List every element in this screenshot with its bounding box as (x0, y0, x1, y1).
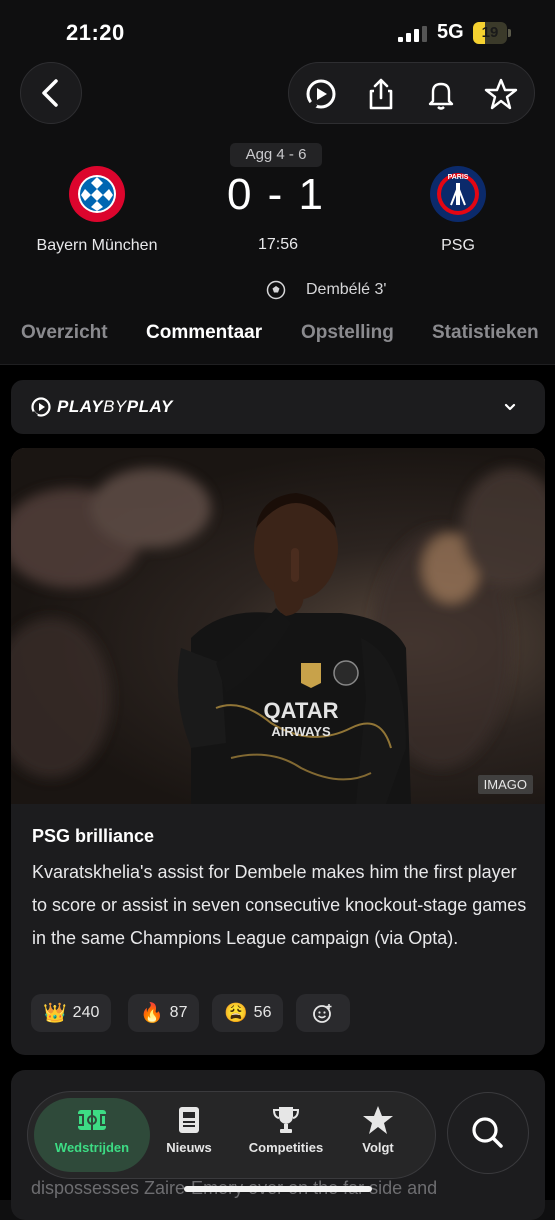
reaction-fire-button[interactable]: 🔥 87 (128, 994, 200, 1032)
trophy-icon (272, 1107, 300, 1133)
weary-emoji-icon: 😩 (224, 1003, 248, 1024)
bayern-crest-icon[interactable] (68, 165, 126, 223)
playbyplay-word-3: PLAY (126, 397, 173, 416)
reaction-count: 240 (72, 1004, 100, 1021)
battery-level: 19 (481, 24, 499, 41)
playbyplay-word-2: BY (103, 397, 127, 416)
fire-emoji-icon: 🔥 (140, 1003, 164, 1024)
nav-volgt[interactable]: Volgt (328, 1102, 428, 1155)
search-button[interactable] (447, 1092, 529, 1174)
nav-wedstrijden[interactable]: Wedstrijden (42, 1102, 142, 1155)
news-icon (179, 1107, 199, 1133)
match-clock: 17:56 (257, 236, 299, 253)
nav-label: Wedstrijden (54, 1140, 130, 1155)
psg-crest-icon[interactable]: PARIS (429, 165, 487, 223)
playbyplay-word-1: PLAY (57, 397, 104, 416)
tab-opstelling[interactable]: Opstelling (301, 322, 394, 344)
svg-text:QATAR: QATAR (264, 698, 339, 723)
nav-nieuws[interactable]: Nieuws (139, 1102, 239, 1155)
share-icon[interactable] (363, 76, 399, 112)
home-indicator (184, 1186, 372, 1192)
goal-scorer: Dembélé 3' (306, 281, 387, 298)
chevron-down-icon (504, 403, 516, 411)
match-score: 0 - 1 (226, 170, 326, 219)
svg-text:PARIS: PARIS (448, 174, 469, 181)
pitch-icon (77, 1110, 107, 1130)
star-icon[interactable] (483, 76, 519, 112)
image-credit: IMAGO (477, 775, 533, 794)
star-icon (363, 1106, 393, 1134)
play-icon[interactable] (303, 76, 339, 112)
playbyplay-logo: PLAYBYPLAY (31, 397, 173, 417)
nav-label: Volgt (362, 1140, 394, 1155)
crown-emoji-icon: 👑 (43, 1003, 67, 1024)
reaction-crown-button[interactable]: 👑 240 (31, 994, 112, 1032)
tab-overzicht[interactable]: Overzicht (21, 322, 108, 344)
status-time: 21:20 (66, 20, 125, 45)
reaction-weary-button[interactable]: 😩 56 (212, 994, 284, 1032)
player-celebration-image: QATAR AIRWAYS (11, 468, 545, 804)
reaction-count: 56 (253, 1004, 272, 1021)
tab-statistieken[interactable]: Statistieken (432, 322, 539, 344)
bottom-nav: Wedstrijden Nieuws Competities Volgt (27, 1091, 436, 1179)
soccer-ball-icon (266, 280, 286, 300)
away-team-name[interactable]: PSG (408, 237, 508, 255)
add-reaction-button[interactable] (296, 994, 350, 1032)
playbyplay-selector[interactable]: PLAYBYPLAY (11, 380, 545, 434)
bell-icon[interactable] (423, 76, 459, 112)
back-button[interactable] (20, 62, 82, 124)
player-photo[interactable]: QATAR AIRWAYS IMAGO (11, 448, 545, 804)
card-title: PSG brilliance (32, 826, 155, 846)
nav-label: Nieuws (166, 1140, 212, 1155)
svg-text:AIRWAYS: AIRWAYS (271, 724, 331, 739)
add-reaction-icon (313, 1004, 332, 1023)
card-body: Kvaratskhelia's assist for Dembele makes… (32, 862, 527, 948)
chevron-left-icon (42, 79, 58, 107)
network-type: 5G (437, 21, 464, 43)
nav-label: Competities (248, 1140, 324, 1155)
signal-icon (398, 26, 427, 42)
aggregate-score: Agg 4 - 6 (230, 143, 322, 167)
nav-competities[interactable]: Competities (236, 1102, 336, 1155)
header-actions (288, 62, 535, 124)
home-team-name[interactable]: Bayern München (18, 237, 176, 255)
playbyplay-logo-icon (31, 397, 51, 417)
battery-icon: 19 (473, 22, 511, 44)
reaction-count: 87 (169, 1004, 188, 1021)
commentary-card: QATAR AIRWAYS IMAGO PSG brilliance Kvara… (11, 448, 545, 1055)
search-icon (472, 1117, 503, 1148)
tab-commentaar[interactable]: Commentaar (146, 322, 262, 344)
